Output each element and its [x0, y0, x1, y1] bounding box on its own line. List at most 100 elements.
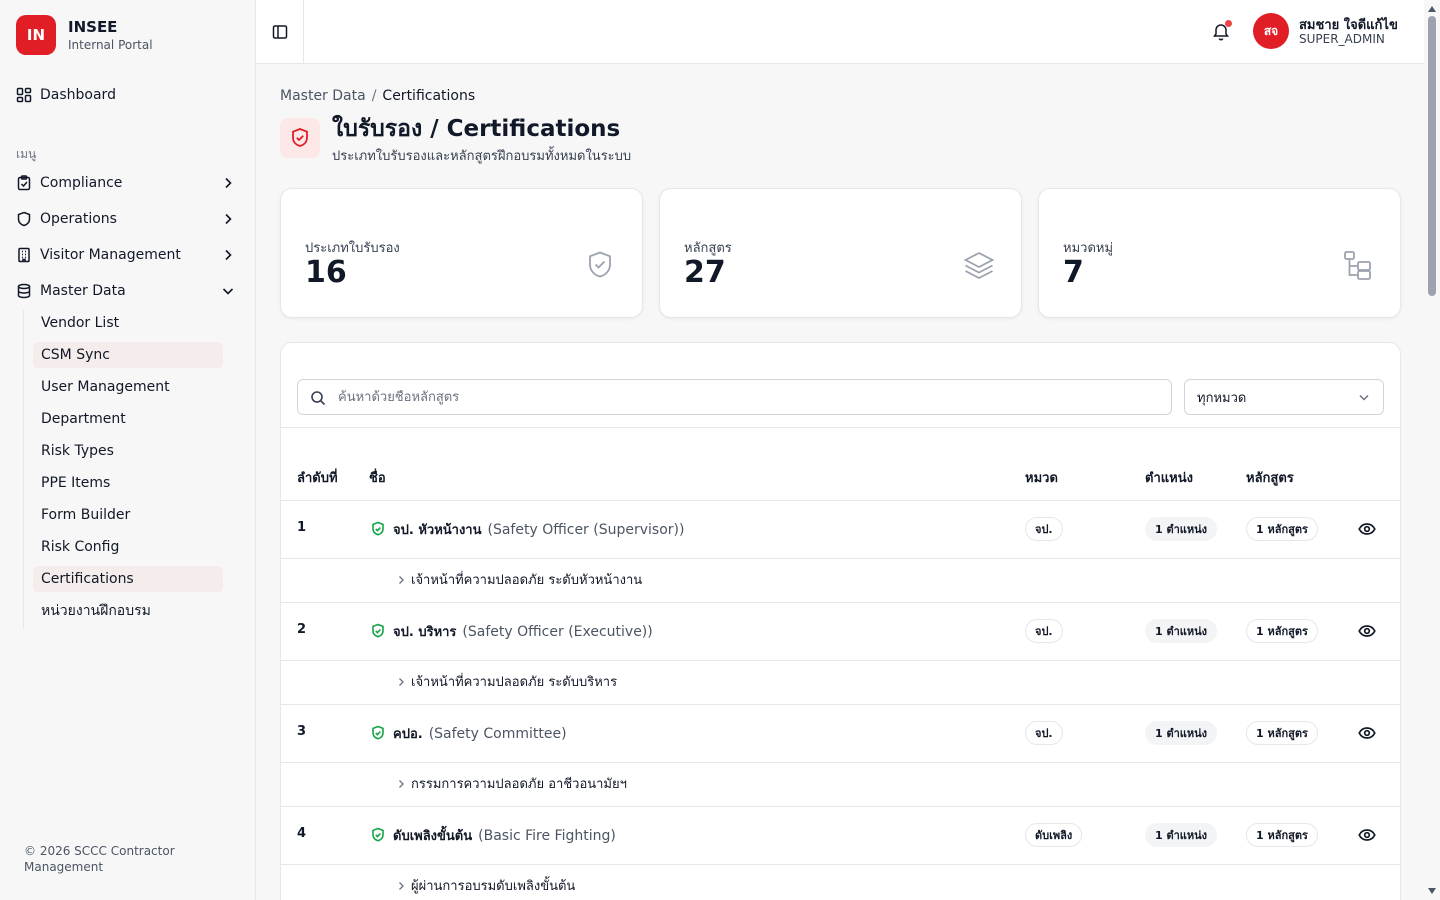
brand-subtitle: Internal Portal: [68, 38, 153, 52]
courses-badge: 1 หลักสูตร: [1246, 619, 1318, 643]
column-header-name[interactable]: ชื่อ: [369, 467, 386, 488]
column-header-order[interactable]: ลำดับที่: [297, 467, 338, 488]
eye-icon[interactable]: [1358, 623, 1376, 639]
positions-badge: 1 ตำแหน่ง: [1145, 721, 1218, 745]
certification-name: คปอ. (Safety Committee): [393, 723, 567, 744]
row-number: 1: [297, 520, 307, 535]
course-list-item[interactable]: เจ้าหน้าที่ความปลอดภัย ระดับหัวหน้างาน: [395, 569, 642, 590]
certifications-panel: ทุกหมวด ลำดับที่ ชื่อ หมวด ตำแหน่ง หลักส…: [280, 342, 1401, 900]
category-badge: จป.: [1025, 721, 1063, 745]
certification-name-th: คปอ.: [393, 727, 423, 742]
submenu-user-management[interactable]: User Management: [33, 374, 223, 400]
certification-name-th: จป. บริหาร: [393, 625, 457, 640]
table-row[interactable]: 2 จป. บริหาร (Safety Officer (Executive))…: [281, 603, 1400, 705]
brand-title: INSEE: [68, 18, 118, 36]
layers-icon: [963, 251, 995, 280]
course-list-item[interactable]: เจ้าหน้าที่ความปลอดภัย ระดับบริหาร: [395, 671, 617, 692]
certification-name: จป. บริหาร (Safety Officer (Executive)): [393, 621, 653, 642]
page-title-badge: [280, 118, 320, 158]
table-row[interactable]: 3 คปอ. (Safety Committee) จป. 1 ตำแหน่ง 1…: [281, 705, 1400, 807]
table-row[interactable]: 4 ดับเพลิงขั้นต้น (Basic Fire Fighting) ด…: [281, 807, 1400, 900]
notification-dot: [1225, 20, 1232, 27]
building-icon: [16, 247, 32, 263]
table-row[interactable]: 1 จป. หัวหน้างาน (Safety Officer (Supervi…: [281, 501, 1400, 603]
nav-master-data-label: Master Data: [40, 283, 126, 299]
course-list-item[interactable]: กรรมการความปลอดภัย อาชีวอนามัยฯ: [395, 773, 627, 794]
submenu-department[interactable]: Department: [33, 406, 223, 432]
course-name: เจ้าหน้าที่ความปลอดภัย ระดับบริหาร: [411, 675, 618, 690]
clipboard-check-icon: [16, 175, 32, 191]
chevron-right-icon: [225, 177, 232, 189]
footer-copyright: © 2026 SCCC Contractor Management: [24, 844, 175, 874]
chevron-right-icon: [225, 249, 232, 261]
category-select[interactable]: ทุกหมวด: [1184, 379, 1384, 415]
stat-card-categories: หมวดหมู่ 7: [1038, 188, 1401, 318]
column-header-position[interactable]: ตำแหน่ง: [1145, 467, 1193, 488]
chevron-down-icon: [222, 288, 234, 295]
courses-badge: 1 หลักสูตร: [1246, 823, 1318, 847]
shield-icon: [16, 211, 32, 227]
chevron-down-icon: [1359, 394, 1369, 401]
category-badge: จป.: [1025, 619, 1063, 643]
certification-name-th: ดับเพลิงขั้นต้น: [393, 829, 473, 844]
dashboard-grid-icon: [16, 87, 32, 103]
column-header-category[interactable]: หมวด: [1025, 467, 1058, 488]
submenu-risk-types[interactable]: Risk Types: [33, 438, 223, 464]
submenu-risk-config[interactable]: Risk Config: [33, 534, 223, 560]
eye-icon[interactable]: [1358, 521, 1376, 537]
sidebar-toggle-button[interactable]: [256, 0, 304, 64]
nav-operations[interactable]: Operations: [16, 205, 240, 233]
eye-icon[interactable]: [1358, 827, 1376, 843]
brand[interactable]: IN INSEE Internal Portal: [16, 15, 153, 55]
category-badge: ดับเพลิง: [1025, 823, 1083, 847]
brand-logo: IN: [16, 15, 56, 55]
nav-master-data[interactable]: Master Data: [16, 277, 240, 305]
stat-value: 27: [684, 255, 726, 290]
breadcrumb-current: Certifications: [382, 88, 476, 104]
eye-icon[interactable]: [1358, 725, 1376, 741]
scroll-up-arrow-icon[interactable]: [1428, 6, 1436, 12]
folder-tree-icon: [1344, 251, 1371, 280]
positions-badge: 1 ตำแหน่ง: [1145, 619, 1218, 643]
shield-check-icon: [292, 128, 308, 147]
search-input[interactable]: [338, 389, 1138, 405]
submenu-csm-sync[interactable]: CSM Sync: [33, 342, 223, 368]
scroll-thumb[interactable]: [1428, 16, 1436, 296]
breadcrumb: Master Data / Certifications: [280, 88, 475, 104]
certification-name-en: (Safety Officer (Executive)): [462, 624, 653, 640]
column-header-courses[interactable]: หลักสูตร: [1246, 467, 1294, 488]
nav-visitor-management-label: Visitor Management: [40, 247, 181, 263]
category-select-value: ทุกหมวด: [1197, 390, 1247, 406]
avatar[interactable]: สจ: [1253, 13, 1289, 49]
search-icon: [311, 391, 326, 406]
scroll-down-arrow-icon[interactable]: [1428, 888, 1436, 894]
chevron-right-icon: [399, 881, 404, 890]
page-title: ใบรับรอง / Certifications: [332, 116, 621, 142]
shield-check-icon: [372, 827, 384, 842]
course-list-item[interactable]: ผู้ผ่านการอบรมดับเพลิงขั้นต้น: [395, 875, 575, 896]
page-scrollbar[interactable]: [1424, 0, 1440, 900]
submenu-training-units[interactable]: หน่วยงานฝึกอบรม: [33, 598, 223, 624]
chevron-right-icon: [399, 779, 404, 788]
submenu-form-builder[interactable]: Form Builder: [33, 502, 223, 528]
search-box[interactable]: [297, 379, 1172, 415]
submenu-ppe-items[interactable]: PPE Items: [33, 470, 223, 496]
certification-name-en: (Safety Officer (Supervisor)): [487, 522, 685, 538]
panel-left-icon: [272, 25, 287, 39]
nav-compliance[interactable]: Compliance: [16, 169, 240, 197]
user-role: SUPER_ADMIN: [1299, 32, 1385, 46]
page-subtitle: ประเภทใบรับรองและหลักสูตรฝึกอบรมทั้งหมดใ…: [332, 149, 632, 164]
course-name: ผู้ผ่านการอบรมดับเพลิงขั้นต้น: [411, 879, 576, 894]
nav-visitor-management[interactable]: Visitor Management: [16, 241, 240, 269]
certification-name-th: จป. หัวหน้างาน: [393, 523, 482, 538]
breadcrumb-parent[interactable]: Master Data: [280, 88, 366, 104]
shield-check-icon: [589, 251, 611, 278]
nav-dashboard[interactable]: Dashboard: [16, 81, 240, 109]
row-number: 3: [297, 724, 307, 739]
category-badge: จป.: [1025, 517, 1063, 541]
course-name: เจ้าหน้าที่ความปลอดภัย ระดับหัวหน้างาน: [411, 573, 643, 588]
database-icon: [16, 283, 32, 299]
submenu-vendor-list[interactable]: Vendor List: [33, 310, 223, 336]
chevron-right-icon: [399, 677, 404, 686]
submenu-certifications[interactable]: Certifications: [33, 566, 223, 592]
